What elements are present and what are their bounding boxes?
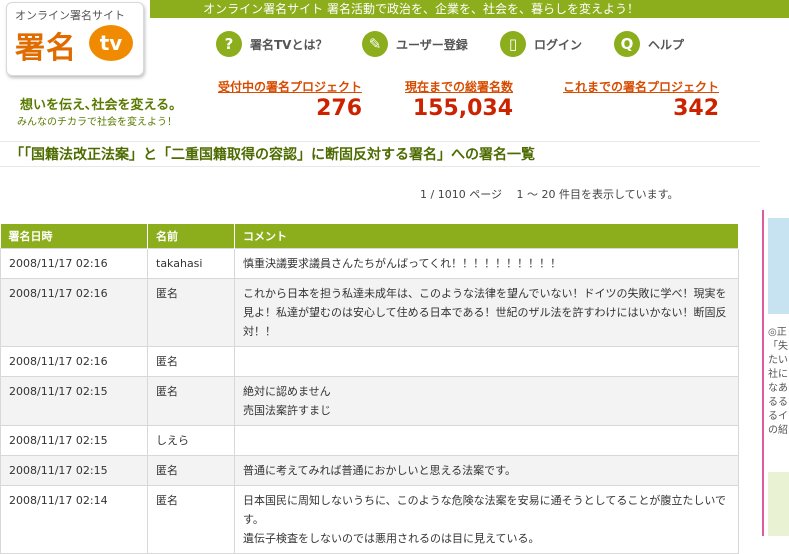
col-header-date: 署名日時 xyxy=(0,224,148,249)
site-logo[interactable]: オンライン署名サイト 署名 tv xyxy=(6,2,144,76)
side-banner-text: ◎正 「失 たい 社に なあ るる るイ の紹 xyxy=(768,327,788,436)
logo-title: 署名 xyxy=(15,31,77,66)
table-row: 2008/11/17 02:14 匿名 日本国民に周知しないうちに、このような危… xyxy=(0,485,739,554)
signature-table: 署名日時 名前 コメント 2008/11/17 02:16 takahasi 慎… xyxy=(0,224,739,554)
cell-name: 匿名 xyxy=(147,278,235,347)
side-banner-image-2 xyxy=(768,472,789,536)
stat-all-label[interactable]: これまでの署名プロジェクト xyxy=(563,78,719,95)
table-row: 2008/11/17 02:16 takahasi 慎重決議要求議員さんたちがん… xyxy=(0,248,739,279)
nav-register[interactable]: ✎ ユーザー登録 xyxy=(362,28,468,60)
cell-date: 2008/11/17 02:15 xyxy=(0,425,148,456)
tagline-sub: みんなのチカラで社会を変えよう！ xyxy=(17,117,177,128)
page-title: 「「国籍法改正法案」と「二重国籍取得の容認」に断固反対する署名」への署名一覧 xyxy=(10,147,535,163)
cell-comment: 慎重決議要求議員さんたちがんばってくれ！！！！！！！！！！ xyxy=(234,248,739,279)
cell-date: 2008/11/17 02:16 xyxy=(0,248,148,279)
cell-comment xyxy=(234,425,739,456)
cell-name: 匿名 xyxy=(147,376,235,426)
cell-date: 2008/11/17 02:15 xyxy=(0,376,148,426)
nav-about-label: 署名TVとは？ xyxy=(250,37,328,52)
col-header-comment: コメント xyxy=(234,224,739,249)
nav-login-label: ログイン xyxy=(534,37,583,52)
cell-comment: 普通に考えてみれば普通におかしいと思える法案です。 xyxy=(234,455,739,486)
qa-icon: Q xyxy=(614,31,640,57)
stat-active-label[interactable]: 受付中の署名プロジェクト xyxy=(218,78,362,95)
stat-active-value: 276 xyxy=(316,96,363,121)
tagline-main: 想いを伝え､社会を変える。 xyxy=(20,98,183,113)
stat-all-value: 342 xyxy=(673,96,720,121)
cell-date: 2008/11/17 02:16 xyxy=(0,346,148,377)
page-title-bar: 「「国籍法改正法案」と「二重国籍取得の容認」に断固反対する署名」への署名一覧 xyxy=(0,141,760,167)
pencil-icon: ✎ xyxy=(362,31,388,57)
cell-date: 2008/11/17 02:16 xyxy=(0,278,148,347)
col-header-name: 名前 xyxy=(147,224,235,249)
cell-name: takahasi xyxy=(147,248,235,279)
top-banner: オンライン署名サイト 署名活動で政治を、企業を、社会を、暮らしを変えよう！ xyxy=(150,0,789,18)
side-banner-image xyxy=(768,218,789,314)
table-row: 2008/11/17 02:15 しえら xyxy=(0,425,739,456)
cell-date: 2008/11/17 02:14 xyxy=(0,485,148,554)
cell-name: しえら xyxy=(147,425,235,456)
cell-name: 匿名 xyxy=(147,485,235,554)
cell-comment: これから日本を担う私達未成年は、このような法律を望んでいない！ドイツの失敗に学べ… xyxy=(234,278,739,347)
nav-register-label: ユーザー登録 xyxy=(396,37,468,52)
cell-comment: 絶対に認めません 売国法案許すまじ xyxy=(234,376,739,426)
cell-name: 匿名 xyxy=(147,455,235,486)
side-banner[interactable]: ◎正 「失 たい 社に なあ るる るイ の紹 xyxy=(762,210,789,536)
nav-help-label: ヘルプ xyxy=(648,37,685,52)
cell-name: 匿名 xyxy=(147,346,235,377)
stat-total-signatures: 現在までの総署名数 155,034 xyxy=(405,78,513,123)
table-row: 2008/11/17 02:15 匿名 絶対に認めません 売国法案許すまじ xyxy=(0,376,739,426)
table-row: 2008/11/17 02:15 匿名 普通に考えてみれば普通におかしいと思える… xyxy=(0,455,739,486)
table-row: 2008/11/17 02:16 匿名 これから日本を担う私達未成年は、このよう… xyxy=(0,278,739,347)
pager-info: 1 / 1010 ページ 1 ～ 20 件目を表示しています。 xyxy=(420,188,679,201)
cell-comment xyxy=(234,346,739,377)
question-icon: ? xyxy=(216,31,242,57)
stat-total-value: 155,034 xyxy=(412,96,514,121)
login-icon: ▯ xyxy=(500,31,526,57)
table-row: 2008/11/17 02:16 匿名 xyxy=(0,346,739,377)
logo-tv-mark: tv xyxy=(89,25,133,61)
nav-about[interactable]: ? 署名TVとは？ xyxy=(216,28,327,60)
cell-comment: 日本国民に周知しないうちに、このような危険な法案を安易に通そうとしてることが腹立… xyxy=(234,485,739,554)
cell-date: 2008/11/17 02:15 xyxy=(0,455,148,486)
stat-all-projects: これまでの署名プロジェクト 342 xyxy=(563,78,719,123)
nav-login[interactable]: ▯ ログイン xyxy=(500,28,582,60)
nav-help[interactable]: Q ヘルプ xyxy=(614,28,684,60)
stat-total-label[interactable]: 現在までの総署名数 xyxy=(405,78,513,95)
table-header-row: 署名日時 名前 コメント xyxy=(0,224,739,249)
logo-subtitle: オンライン署名サイト xyxy=(15,9,125,22)
stat-active-projects: 受付中の署名プロジェクト 276 xyxy=(218,78,362,123)
